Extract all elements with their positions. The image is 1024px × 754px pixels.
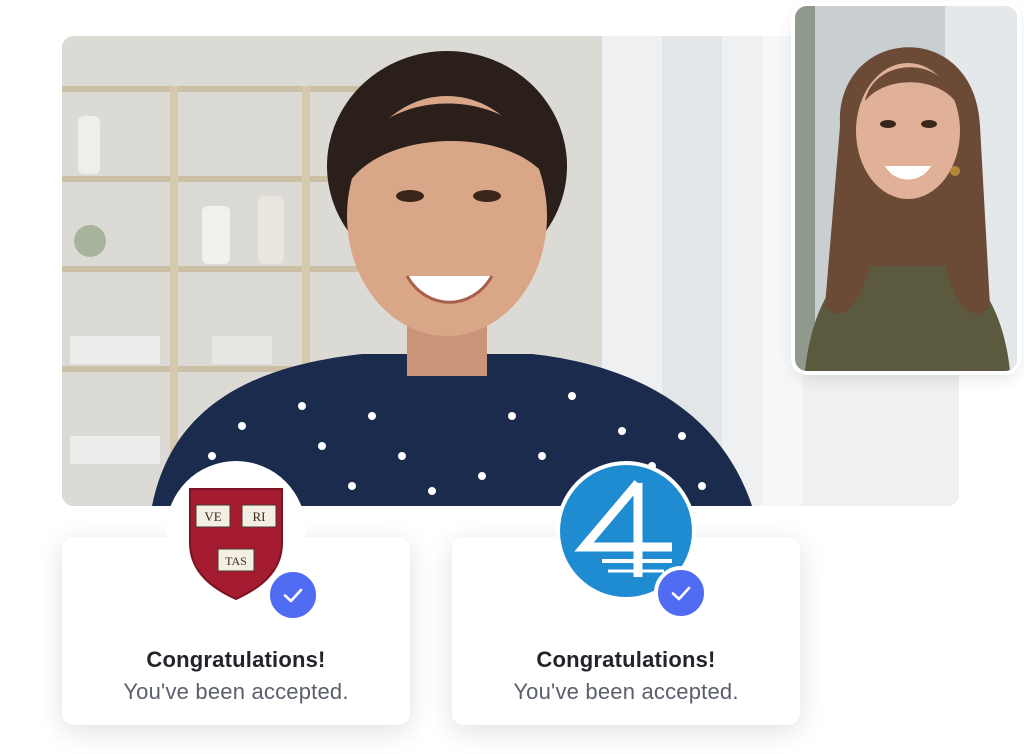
svg-text:RI: RI xyxy=(253,509,266,524)
accepted-check-badge xyxy=(654,566,708,620)
accepted-check-badge xyxy=(266,568,320,622)
card-subtitle: You've been accepted. xyxy=(123,679,349,704)
svg-text:VE: VE xyxy=(204,509,221,524)
video-call-acceptance-scene: Congratulations! You've been accepted. C… xyxy=(0,0,1024,754)
smiling-woman-long-hair-video xyxy=(795,6,1017,371)
svg-text:TAS: TAS xyxy=(225,554,247,568)
check-icon xyxy=(283,588,303,603)
card-title: Congratulations! xyxy=(536,647,716,672)
card-title: Congratulations! xyxy=(146,647,326,672)
secondary-video-tile xyxy=(795,6,1017,371)
check-icon xyxy=(671,586,691,601)
card-subtitle: You've been accepted. xyxy=(513,679,739,704)
